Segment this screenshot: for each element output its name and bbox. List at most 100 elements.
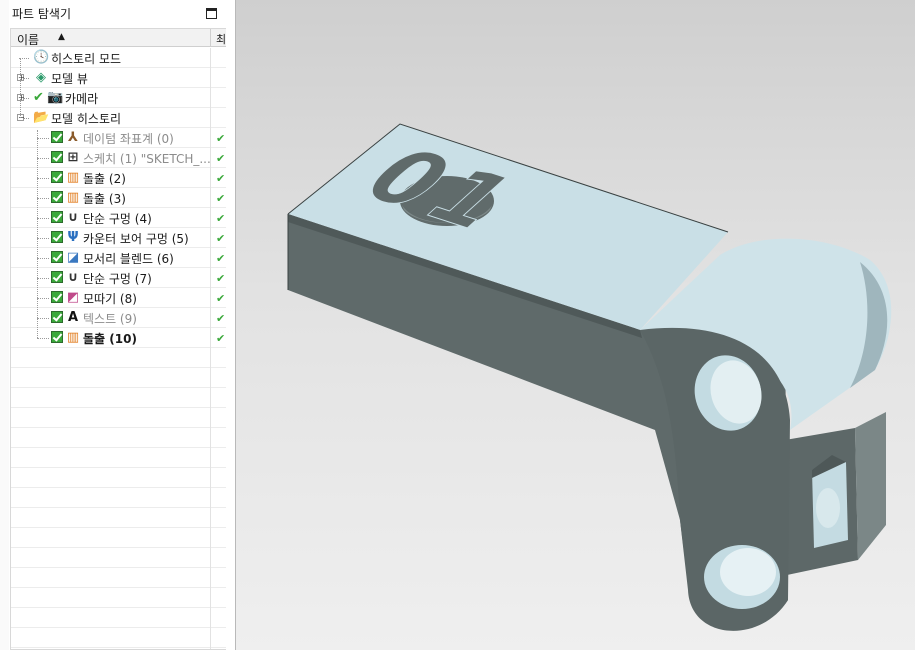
tree-guide-line: [37, 198, 49, 199]
tree-row[interactable]: + ◈ 모델 뷰: [11, 68, 226, 88]
tree-guide-line: [37, 178, 49, 179]
empty-row: [11, 468, 226, 488]
extrude-icon: ▥: [66, 330, 80, 345]
visibility-checkbox[interactable]: [51, 191, 63, 203]
tree-row[interactable]: ⅄ 데이텀 좌표계 (0) ✔: [11, 128, 226, 148]
tree-row[interactable]: ◩ 모따기 (8) ✔: [11, 288, 226, 308]
sort-ascending-icon[interactable]: ▲: [58, 32, 65, 42]
tree-row[interactable]: + ✔ 📷 카메라: [11, 88, 226, 108]
empty-row: [11, 548, 226, 568]
tree-guide-line: [37, 318, 49, 319]
column-separator: [210, 628, 211, 648]
up-to-date-check-icon: ✔: [216, 212, 226, 225]
tree-row[interactable]: ▥ 돌출 (2) ✔: [11, 168, 226, 188]
empty-row: [11, 528, 226, 548]
tree-guide-line: [37, 338, 49, 339]
simple-hole-icon: ∪: [67, 270, 79, 285]
tree-row[interactable]: ◪ 모서리 블렌드 (6) ✔: [11, 248, 226, 268]
column-separator: [210, 388, 211, 408]
tree-guide-line: [37, 158, 49, 159]
text-icon: A: [67, 310, 79, 325]
column-separator: [210, 68, 211, 88]
visibility-checkbox[interactable]: [51, 271, 63, 283]
column-status-header[interactable]: 최: [216, 31, 226, 47]
tree-row[interactable]: 🕓 히스토리 모드: [11, 48, 226, 68]
tree-item-label: 스케치 (1) "SKETCH_...: [83, 152, 211, 166]
visibility-checkbox[interactable]: [51, 311, 63, 323]
column-separator: [210, 48, 211, 68]
column-separator: [210, 588, 211, 608]
column-separator: [210, 128, 211, 148]
tree-row[interactable]: ▥ 돌출 (3) ✔: [11, 188, 226, 208]
column-separator: [210, 248, 211, 268]
column-separator: [210, 228, 211, 248]
part-model[interactable]: 01: [236, 0, 915, 650]
empty-row: [11, 428, 226, 448]
panel-edge: [0, 0, 9, 650]
column-separator: [210, 548, 211, 568]
column-separator: [210, 348, 211, 368]
column-separator: [210, 488, 211, 508]
tree-item-label: 텍스트 (9): [83, 312, 137, 326]
datum-csys-icon: ⅄: [68, 130, 78, 145]
checkmark-icon: ✔: [33, 90, 44, 105]
tree-item-label: 히스토리 모드: [51, 52, 122, 66]
column-separator: [210, 288, 211, 308]
visibility-checkbox[interactable]: [51, 211, 63, 223]
tree-guide-line: [37, 218, 49, 219]
navigator-title: 파트 탐색기: [12, 7, 72, 21]
tree-guide-line: [37, 258, 49, 259]
visibility-checkbox[interactable]: [51, 291, 63, 303]
visibility-checkbox[interactable]: [51, 131, 63, 143]
visibility-checkbox[interactable]: [51, 151, 63, 163]
tree-item-label: 데이텀 좌표계 (0): [83, 132, 174, 146]
tree-item-label: 단순 구멍 (7): [83, 272, 152, 286]
tree-item-label: 모델 히스토리: [51, 112, 122, 126]
visibility-checkbox[interactable]: [51, 331, 63, 343]
tree-row[interactable]: ▥ 돌출 (10) ✔: [11, 328, 226, 348]
part-tree: 이름 ▲ 최 🕓 히스토리 모드 + ◈ 모델 뷰 + ✔ 📷 카메라 − 📂 모델 히스토리 ⅄ 데이텀…: [10, 28, 226, 650]
up-to-date-check-icon: ✔: [216, 172, 226, 185]
column-separator: [210, 268, 211, 288]
up-to-date-check-icon: ✔: [216, 252, 226, 265]
maximize-icon[interactable]: [206, 8, 217, 19]
tree-item-label: 모따기 (8): [83, 292, 137, 306]
column-separator: [210, 108, 211, 128]
tree-guide-line: [20, 58, 21, 118]
tree-item-label: 카운터 보어 구멍 (5): [83, 232, 189, 246]
visibility-checkbox[interactable]: [51, 251, 63, 263]
part-navigator-panel: 파트 탐색기 이름 ▲ 최 🕓 히스토리 모드 + ◈ 모델 뷰 + ✔ 📷 카메라 − 📂 모델 히…: [0, 0, 236, 650]
tree-guide-line: [37, 298, 49, 299]
column-name-header[interactable]: 이름: [17, 31, 39, 48]
tree-row[interactable]: − 📂 모델 히스토리: [11, 108, 226, 128]
column-separator[interactable]: [210, 29, 211, 47]
tree-item-label: 돌출 (2): [83, 172, 126, 186]
column-separator: [210, 428, 211, 448]
tree-row[interactable]: ⊞ 스케치 (1) "SKETCH_... ✔: [11, 148, 226, 168]
empty-row: [11, 348, 226, 368]
tree-row[interactable]: ∪ 단순 구멍 (7) ✔: [11, 268, 226, 288]
up-to-date-check-icon: ✔: [216, 312, 226, 325]
chamfer-icon: ◩: [66, 290, 80, 305]
column-separator: [210, 168, 211, 188]
empty-row: [11, 508, 226, 528]
tree-item-label: 돌출 (10): [83, 332, 137, 346]
graphics-viewport[interactable]: 01: [236, 0, 915, 650]
column-separator: [210, 568, 211, 588]
visibility-checkbox[interactable]: [51, 171, 63, 183]
visibility-checkbox[interactable]: [51, 231, 63, 243]
column-separator: [210, 368, 211, 388]
extrude-icon: ▥: [66, 190, 80, 205]
up-to-date-check-icon: ✔: [216, 152, 226, 165]
tree-row[interactable]: Ψ 카운터 보어 구멍 (5) ✔: [11, 228, 226, 248]
tree-row[interactable]: ∪ 단순 구멍 (4) ✔: [11, 208, 226, 228]
empty-row: [11, 628, 226, 648]
column-separator: [210, 508, 211, 528]
tree-item-label: 단순 구멍 (4): [83, 212, 152, 226]
column-separator: [210, 208, 211, 228]
empty-row: [11, 488, 226, 508]
empty-row: [11, 608, 226, 628]
empty-row: [11, 568, 226, 588]
tree-row[interactable]: A 텍스트 (9) ✔: [11, 308, 226, 328]
up-to-date-check-icon: ✔: [216, 272, 226, 285]
